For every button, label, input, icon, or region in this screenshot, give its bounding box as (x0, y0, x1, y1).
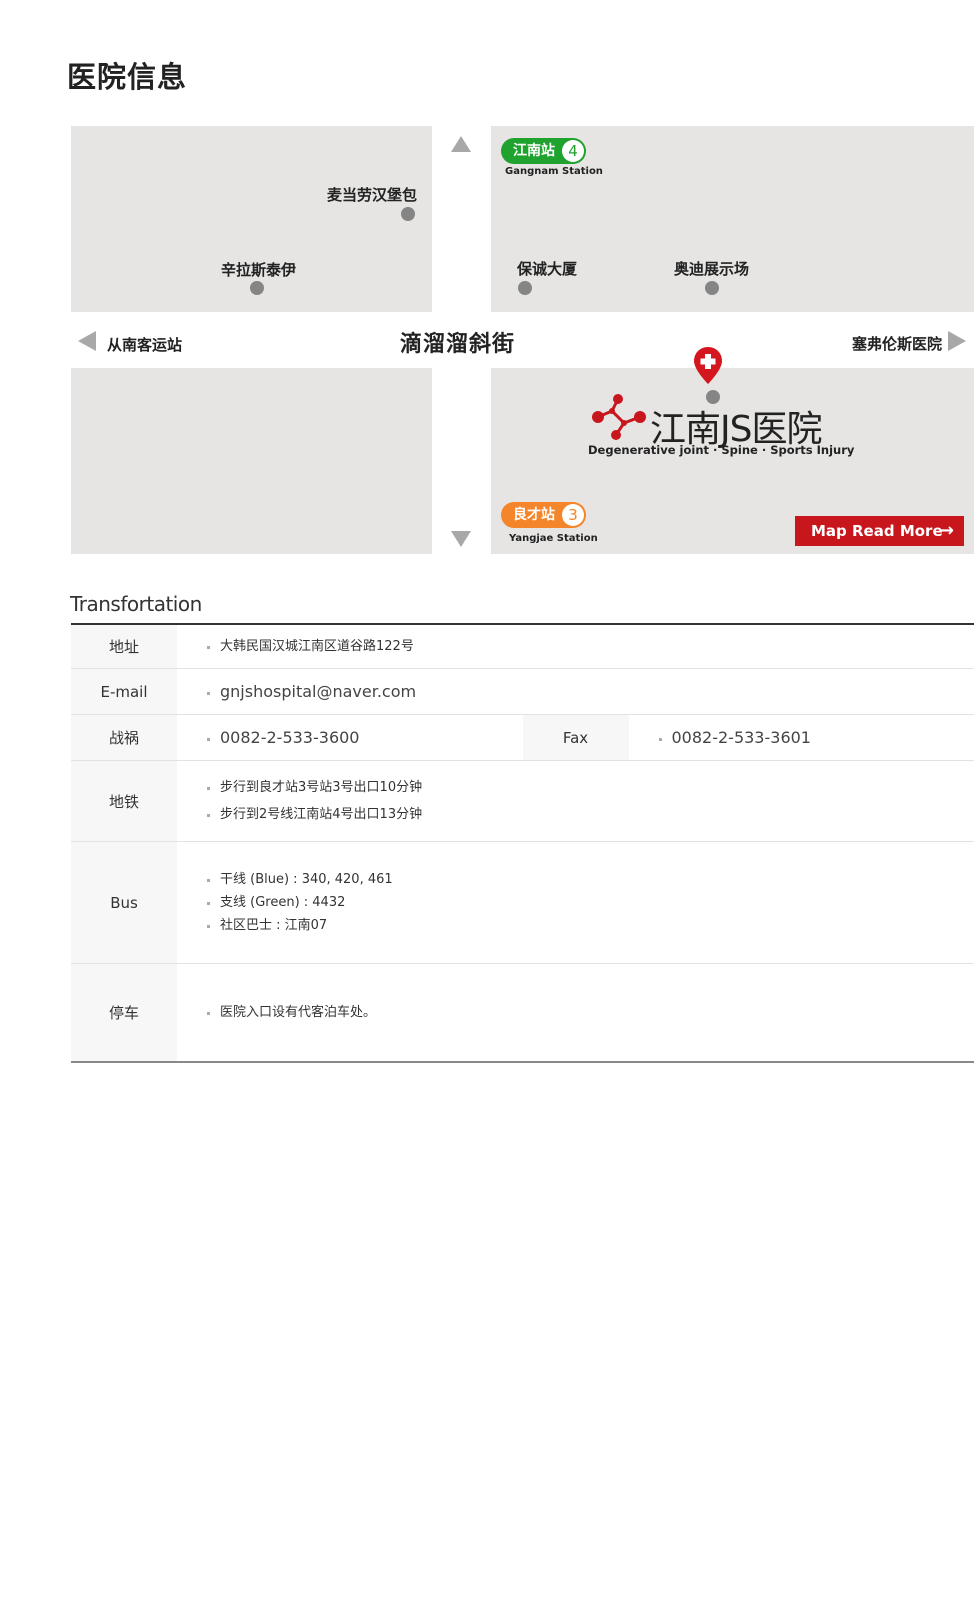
arrow-right-icon: → (938, 520, 954, 541)
station-name: 良才站 (513, 507, 555, 523)
poi-dot-icon (250, 281, 264, 295)
arrow-left-icon (78, 331, 96, 351)
poi-shinsegae: 辛拉斯泰伊 (221, 261, 297, 279)
section-title: Transfortation (70, 592, 202, 616)
station-name: 江南站 (513, 143, 555, 159)
map-read-more-button[interactable]: Map Read More → (795, 516, 964, 546)
table-row: 地址 大韩民国汉城江南区道谷路122号 (71, 625, 974, 669)
right-road-label: 塞弗伦斯医院 (852, 335, 943, 353)
subway-item: 步行到良才站3号站3号出口10分钟 (207, 776, 974, 799)
table-row: Bus 干线 (Blue) : 340, 420, 461 支线 (Green)… (71, 842, 974, 964)
hospital-pin-icon (694, 347, 722, 384)
parking-label: 停车 (71, 964, 177, 1061)
poi-dot-icon (705, 281, 719, 295)
bus-item: 支线 (Green) : 4432 (207, 891, 974, 914)
address-value: 大韩民国汉城江南区道谷路122号 (207, 635, 974, 658)
bus-item: 社区巴士 : 江南07 (207, 914, 974, 937)
poi-dot-icon (518, 281, 532, 295)
fax-label: Fax (522, 715, 629, 760)
table-row: 战祸 0082-2-533-3600 Fax 0082-2-533-3601 (71, 715, 974, 761)
phone-value: 0082-2-533-3600 (207, 726, 523, 749)
hospital-logo-icon (592, 394, 646, 440)
arrow-up-icon (451, 136, 471, 152)
poi-audi: 奥迪展示场 (674, 260, 750, 278)
bus-item: 干线 (Blue) : 340, 420, 461 (207, 868, 974, 891)
line-number: 4 (562, 140, 584, 162)
arrow-down-icon (451, 531, 471, 547)
table-row: E-mail gnjshospital@naver.com (71, 669, 974, 715)
street-name: 滴溜溜斜街 (400, 332, 516, 357)
page-title: 医院信息 (67, 60, 188, 94)
hospital-logo-tagline: Degenerative joint · Spine · Sports Inju… (588, 443, 855, 457)
phone-label: 战祸 (71, 715, 177, 760)
left-road-label: 从南客运站 (107, 336, 183, 354)
poi-samsung: 保诚大厦 (517, 260, 578, 278)
station-badge-yangjae: 良才站 3 (501, 502, 586, 528)
map-block-bottom-left (71, 368, 432, 554)
parking-value: 医院入口设有代客泊车处。 (207, 1001, 974, 1024)
arrow-right-icon (948, 331, 966, 351)
table-row: 地铁 步行到良才站3号站3号出口10分钟 步行到2号线江南站4号出口13分钟 (71, 761, 974, 842)
info-table: 地址 大韩民国汉城江南区道谷路122号 E-mail gnjshospital@… (71, 623, 974, 1063)
subway-item: 步行到2号线江南站4号出口13分钟 (207, 803, 974, 826)
email-label: E-mail (71, 669, 177, 714)
poi-mcdonalds: 麦当劳汉堡包 (327, 186, 418, 204)
station-subtitle: Gangnam Station (505, 166, 603, 177)
address-label: 地址 (71, 625, 177, 668)
subway-label: 地铁 (71, 761, 177, 841)
station-subtitle: Yangjae Station (509, 533, 598, 544)
table-row: 停车 医院入口设有代客泊车处。 (71, 964, 974, 1061)
map-read-more-label: Map Read More (811, 522, 943, 540)
bus-label: Bus (71, 842, 177, 963)
fax-value: 0082-2-533-3601 (658, 726, 974, 749)
email-link[interactable]: gnjshospital@naver.com (207, 680, 974, 703)
station-badge-gangnam: 江南站 4 (501, 138, 586, 164)
line-number: 3 (562, 504, 584, 526)
poi-dot-icon (401, 207, 415, 221)
